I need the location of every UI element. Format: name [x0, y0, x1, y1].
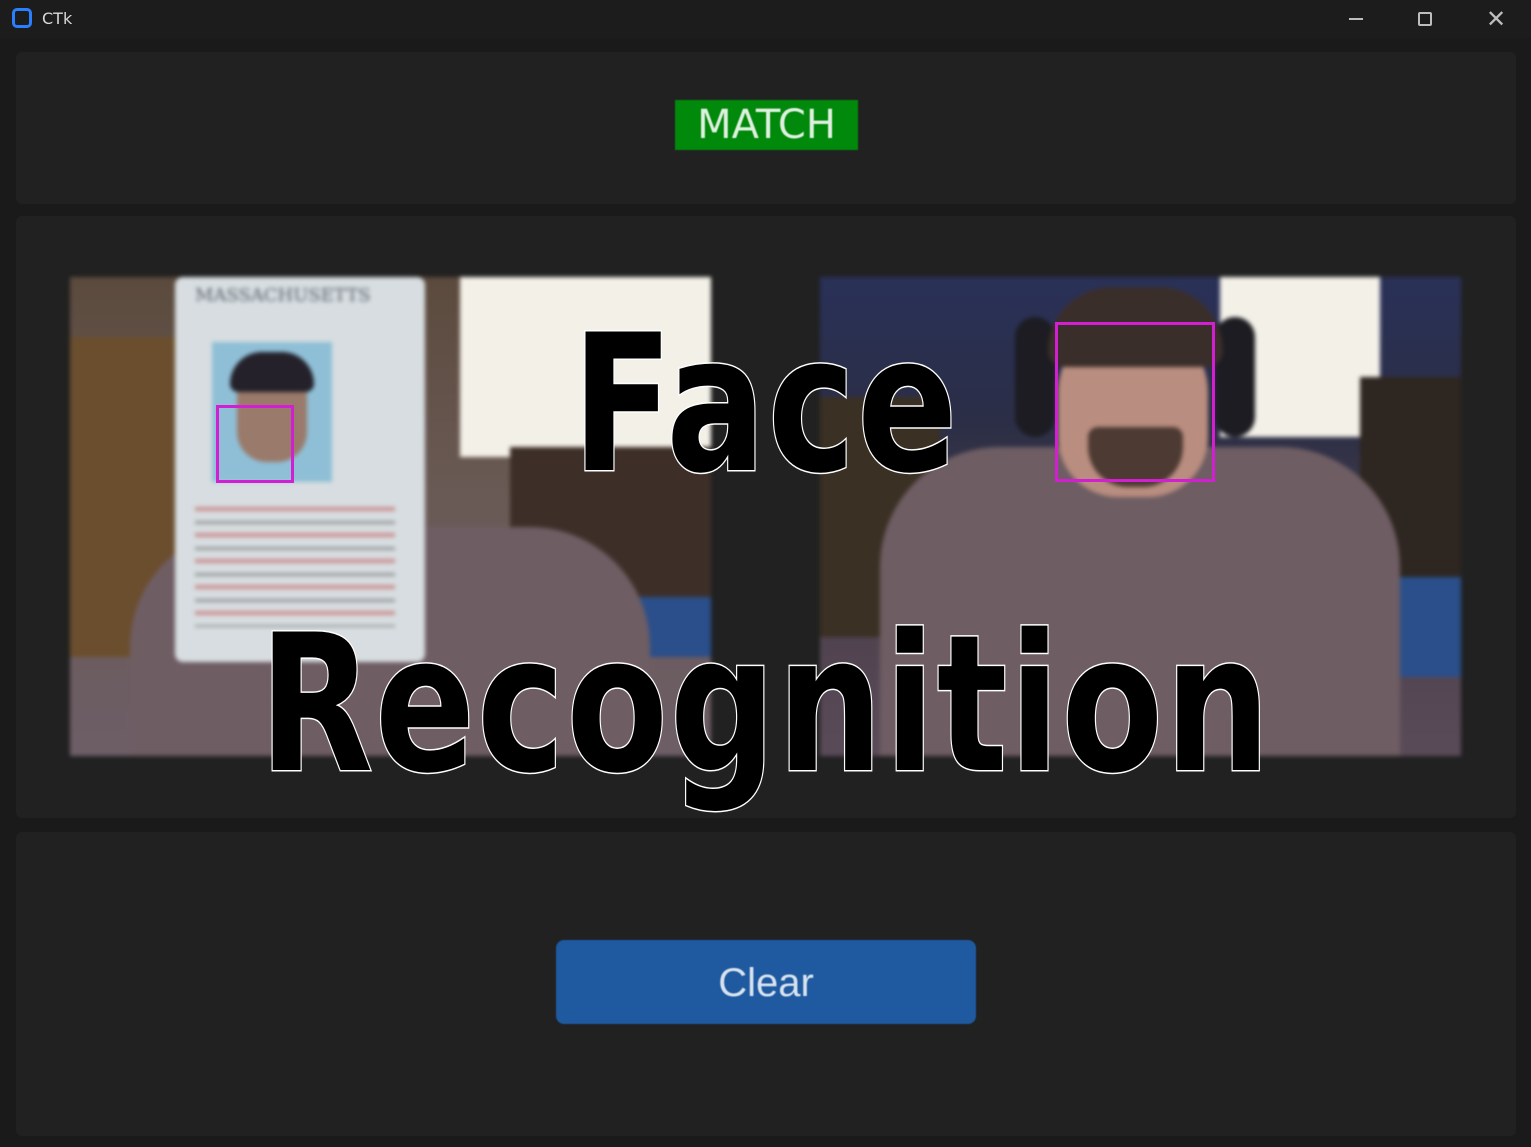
title-bar: CTk ✕ [0, 0, 1531, 38]
close-icon: ✕ [1485, 5, 1507, 33]
match-status-label: MATCH [675, 100, 858, 150]
maximize-icon [1418, 12, 1432, 26]
app-icon [12, 8, 32, 28]
clear-button[interactable]: Clear [556, 940, 976, 1024]
window-title: CTk [42, 9, 73, 28]
overlay-title-line1: Face [571, 293, 960, 517]
close-button[interactable]: ✕ [1474, 4, 1518, 34]
minimize-icon [1349, 18, 1363, 20]
overlay-title-line2: Recognition [258, 593, 1272, 817]
minimize-button[interactable] [1334, 4, 1378, 34]
maximize-button[interactable] [1403, 4, 1447, 34]
